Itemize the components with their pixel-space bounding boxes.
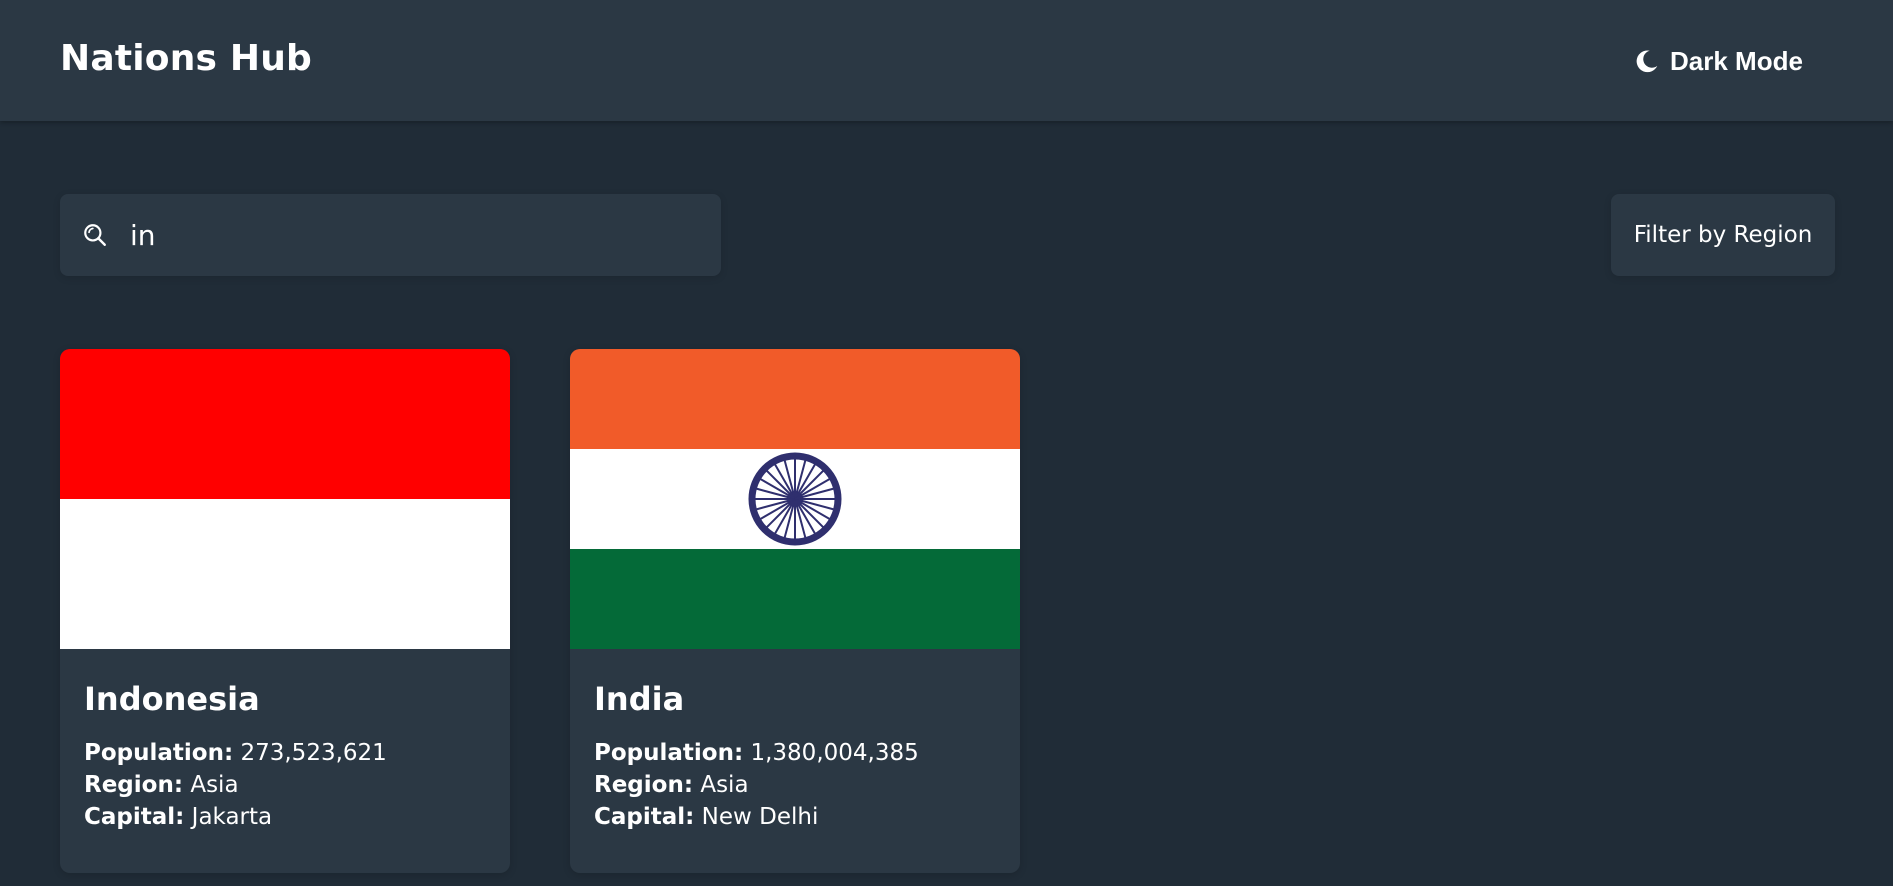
card-body: Indonesia Population: 273,523,621 Region… bbox=[84, 679, 494, 833]
dark-mode-label: Dark Mode bbox=[1670, 45, 1803, 76]
moon-icon bbox=[1636, 50, 1658, 73]
flag-india bbox=[570, 349, 1020, 649]
site-header: Nations Hub Dark Mode bbox=[0, 0, 1893, 121]
country-card-india[interactable]: India Population: 1,380,004,385 Region: … bbox=[570, 349, 1020, 873]
capital-value: New Delhi bbox=[701, 804, 819, 830]
brand-title[interactable]: Nations Hub bbox=[60, 38, 312, 79]
capital-value: Jakarta bbox=[191, 804, 273, 830]
ashoka-chakra-icon bbox=[748, 452, 842, 546]
search-input[interactable] bbox=[128, 212, 688, 258]
country-card-indonesia[interactable]: Indonesia Population: 273,523,621 Region… bbox=[60, 349, 510, 873]
search-box bbox=[60, 194, 721, 276]
region-value: Asia bbox=[190, 772, 239, 798]
card-body: India Population: 1,380,004,385 Region: … bbox=[594, 679, 1004, 833]
capital-line: Capital: New Delhi bbox=[594, 801, 1004, 833]
population-label: Population: bbox=[84, 740, 234, 766]
capital-label: Capital: bbox=[594, 804, 695, 830]
region-line: Region: Asia bbox=[594, 769, 1004, 801]
region-value: Asia bbox=[700, 772, 749, 798]
region-line: Region: Asia bbox=[84, 769, 494, 801]
country-name: India bbox=[594, 680, 685, 718]
dark-mode-toggle[interactable]: Dark Mode bbox=[1634, 44, 1803, 78]
region-label: Region: bbox=[594, 772, 694, 798]
flag-indonesia bbox=[60, 349, 510, 649]
region-label: Region: bbox=[84, 772, 184, 798]
capital-label: Capital: bbox=[84, 804, 185, 830]
population-label: Population: bbox=[594, 740, 744, 766]
population-value: 1,380,004,385 bbox=[750, 740, 919, 766]
search-icon bbox=[84, 224, 106, 246]
filter-by-region-dropdown[interactable]: Filter by Region bbox=[1611, 194, 1835, 276]
filter-label: Filter by Region bbox=[1633, 222, 1813, 248]
population-line: Population: 273,523,621 bbox=[84, 737, 494, 769]
capital-line: Capital: Jakarta bbox=[84, 801, 494, 833]
population-line: Population: 1,380,004,385 bbox=[594, 737, 1004, 769]
population-value: 273,523,621 bbox=[240, 740, 387, 766]
country-name: Indonesia bbox=[84, 680, 260, 718]
